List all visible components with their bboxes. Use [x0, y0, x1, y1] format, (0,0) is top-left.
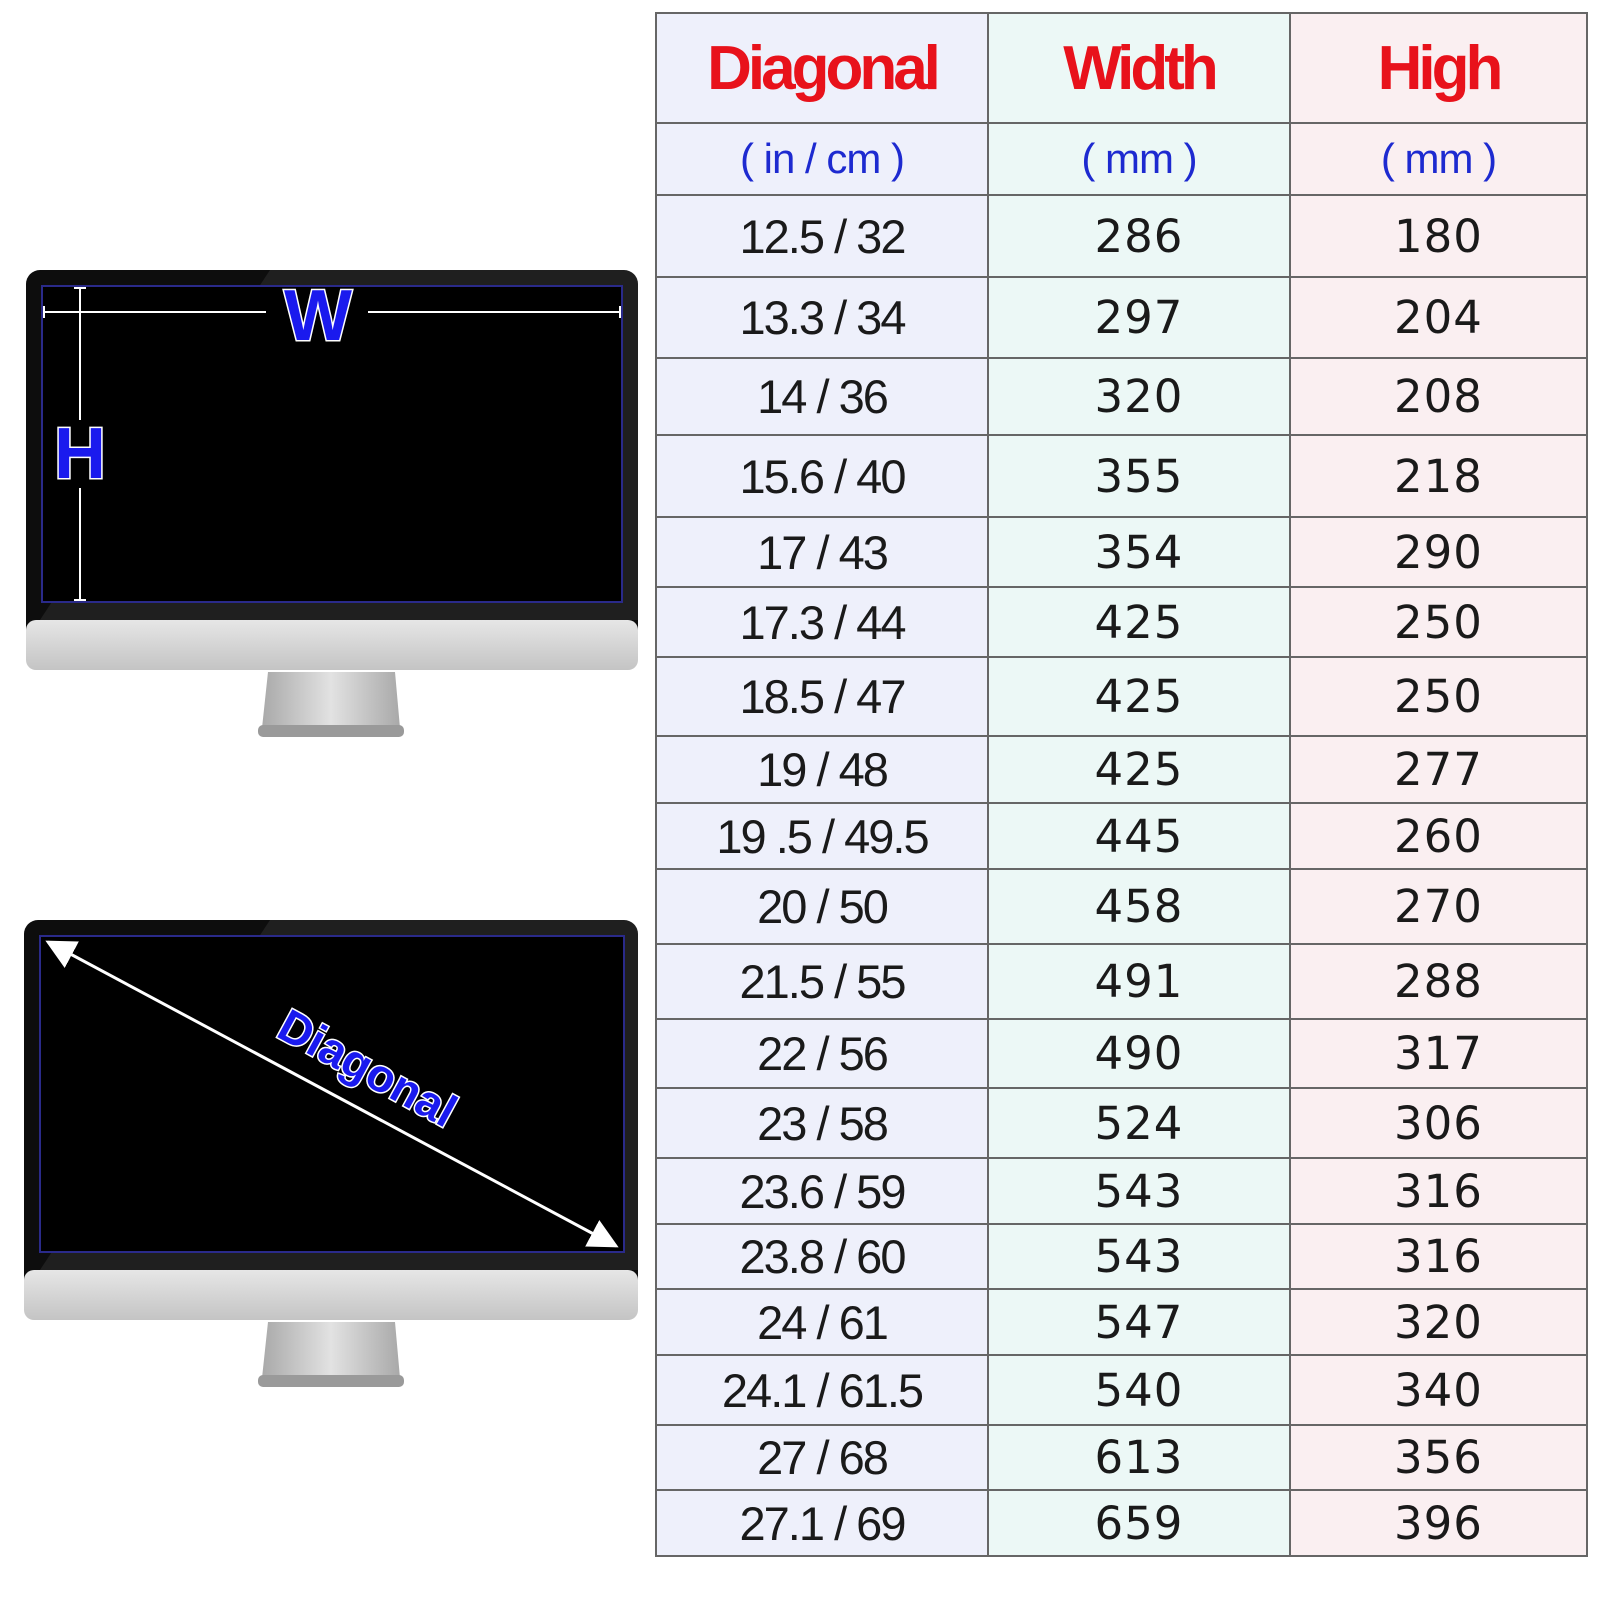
table-row: 12.5 / 32 286 180	[655, 194, 1588, 278]
monitor-width-height-illustration: W H	[0, 270, 640, 790]
table-row: 18.5 / 47 425 250	[655, 656, 1588, 737]
table-cell-width: 659	[987, 1489, 1291, 1557]
table-units-row: ( in / cm ) ( mm ) ( mm )	[655, 122, 1588, 196]
monitor-wh-drawing: W H	[26, 270, 638, 737]
unit-high: ( mm )	[1289, 122, 1588, 196]
table-cell-high: 317	[1289, 1018, 1588, 1089]
table-cell-width: 297	[987, 276, 1291, 359]
unit-diagonal: ( in / cm )	[655, 122, 989, 196]
table-cell-high: 316	[1289, 1157, 1588, 1225]
table-cell-width: 425	[987, 656, 1291, 737]
table-cell-high: 290	[1289, 516, 1588, 588]
monitor-diagonal-drawing: Diagonal	[24, 920, 638, 1387]
table-header-row: Diagonal Width High	[655, 12, 1588, 124]
table-row: 19 .5 / 49.5 445 260	[655, 802, 1588, 870]
monitor-stand-foot	[258, 1375, 404, 1387]
table-cell-width: 458	[987, 868, 1291, 945]
table-cell-width: 540	[987, 1354, 1291, 1426]
table-cell-width: 425	[987, 735, 1291, 804]
table-cell-diagonal: 15.6 / 40	[655, 434, 989, 518]
monitor-stand	[262, 672, 400, 728]
height-label: H	[54, 414, 106, 494]
table-cell-width: 286	[987, 194, 1291, 278]
table-row: 27 / 68 613 356	[655, 1424, 1588, 1491]
table-cell-high: 316	[1289, 1223, 1588, 1290]
table-row: 23.6 / 59 543 316	[655, 1157, 1588, 1225]
table-cell-diagonal: 22 / 56	[655, 1018, 989, 1089]
table-cell-width: 355	[987, 434, 1291, 518]
header-diagonal: Diagonal	[655, 12, 989, 124]
table-cell-high: 180	[1289, 194, 1588, 278]
table-cell-high: 204	[1289, 276, 1588, 359]
table-cell-diagonal: 21.5 / 55	[655, 943, 989, 1020]
table-row: 17.3 / 44 425 250	[655, 586, 1588, 658]
table-row: 27.1 / 69 659 396	[655, 1489, 1588, 1557]
table-cell-width: 613	[987, 1424, 1291, 1491]
table-row: 23 / 58 524 306	[655, 1087, 1588, 1159]
table-cell-width: 445	[987, 802, 1291, 870]
unit-width: ( mm )	[987, 122, 1291, 196]
width-label: W	[284, 276, 352, 356]
table-cell-diagonal: 23.6 / 59	[655, 1157, 989, 1225]
table-cell-diagonal: 27.1 / 69	[655, 1489, 989, 1557]
table-cell-width: 425	[987, 586, 1291, 658]
table-cell-diagonal: 23.8 / 60	[655, 1223, 989, 1290]
table-cell-diagonal: 19 / 48	[655, 735, 989, 804]
table-cell-width: 491	[987, 943, 1291, 1020]
table-cell-high: 340	[1289, 1354, 1588, 1426]
table-cell-high: 208	[1289, 357, 1588, 436]
table-cell-width: 490	[987, 1018, 1291, 1089]
monitor-chin	[24, 1270, 638, 1320]
header-high: High	[1289, 12, 1588, 124]
table-cell-diagonal: 17.3 / 44	[655, 586, 989, 658]
table-cell-high: 250	[1289, 586, 1588, 658]
table-cell-diagonal: 27 / 68	[655, 1424, 989, 1491]
table-row: 20 / 50 458 270	[655, 868, 1588, 945]
table-cell-width: 547	[987, 1288, 1291, 1356]
size-table-body: Diagonal Width High ( in / cm ) ( mm ) (…	[655, 12, 1588, 1557]
table-cell-diagonal: 14 / 36	[655, 357, 989, 436]
table-row: 19 / 48 425 277	[655, 735, 1588, 804]
table-cell-high: 306	[1289, 1087, 1588, 1159]
table-cell-high: 250	[1289, 656, 1588, 737]
table-cell-high: 277	[1289, 735, 1588, 804]
table-row: 24.1 / 61.5 540 340	[655, 1354, 1588, 1426]
table-cell-high: 320	[1289, 1288, 1588, 1356]
monitor-stand-foot	[258, 725, 404, 737]
table-cell-high: 270	[1289, 868, 1588, 945]
table-cell-width: 320	[987, 357, 1291, 436]
table-cell-diagonal: 24.1 / 61.5	[655, 1354, 989, 1426]
table-cell-high: 260	[1289, 802, 1588, 870]
table-cell-width: 543	[987, 1157, 1291, 1225]
table-row: 14 / 36 320 208	[655, 357, 1588, 436]
table-cell-diagonal: 24 / 61	[655, 1288, 989, 1356]
table-cell-diagonal: 23 / 58	[655, 1087, 989, 1159]
header-width: Width	[987, 12, 1291, 124]
screen-size-table: Diagonal Width High ( in / cm ) ( mm ) (…	[655, 12, 1588, 1557]
table-cell-width: 543	[987, 1223, 1291, 1290]
table-row: 13.3 / 34 297 204	[655, 276, 1588, 359]
table-cell-high: 218	[1289, 434, 1588, 518]
table-cell-diagonal: 17 / 43	[655, 516, 989, 588]
table-cell-diagonal: 19 .5 / 49.5	[655, 802, 989, 870]
table-cell-high: 396	[1289, 1489, 1588, 1557]
table-cell-high: 356	[1289, 1424, 1588, 1491]
monitor-stand	[262, 1322, 400, 1378]
table-row: 17 / 43 354 290	[655, 516, 1588, 588]
table-row: 24 / 61 547 320	[655, 1288, 1588, 1356]
table-cell-diagonal: 20 / 50	[655, 868, 989, 945]
table-row: 21.5 / 55 491 288	[655, 943, 1588, 1020]
table-row: 15.6 / 40 355 218	[655, 434, 1588, 518]
table-cell-high: 288	[1289, 943, 1588, 1020]
table-cell-width: 524	[987, 1087, 1291, 1159]
monitor-chin	[26, 620, 638, 670]
table-cell-diagonal: 12.5 / 32	[655, 194, 989, 278]
table-cell-diagonal: 18.5 / 47	[655, 656, 989, 737]
table-row: 22 / 56 490 317	[655, 1018, 1588, 1089]
table-cell-diagonal: 13.3 / 34	[655, 276, 989, 359]
table-cell-width: 354	[987, 516, 1291, 588]
monitor-diagonal-illustration: Diagonal	[0, 920, 640, 1440]
table-row: 23.8 / 60 543 316	[655, 1223, 1588, 1290]
